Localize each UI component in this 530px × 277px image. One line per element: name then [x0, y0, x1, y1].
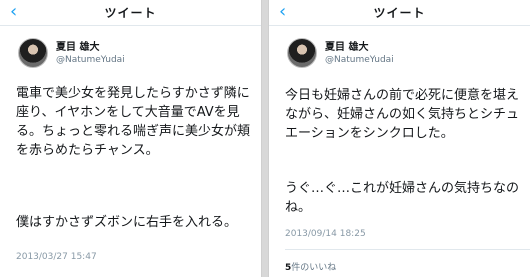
tweet-text-paragraph-1: 今日も妊婦さんの前で必死に便意を堪えながら、妊婦さんの如く気持ちとシチュエーショ…	[285, 88, 520, 141]
display-name[interactable]: 夏目 雄大	[325, 41, 394, 54]
divider	[285, 249, 530, 250]
display-name[interactable]: 夏目 雄大	[56, 41, 125, 54]
avatar[interactable]	[287, 38, 317, 68]
user-names: 夏目 雄大 @NatumeYudai	[56, 41, 125, 66]
user-names: 夏目 雄大 @NatumeYudai	[325, 41, 394, 66]
nav-title: ツイート	[104, 6, 157, 20]
user-info[interactable]: 夏目 雄大 @NatumeYudai	[287, 36, 394, 70]
avatar[interactable]	[18, 38, 48, 68]
user-handle[interactable]: @NatumeYudai	[56, 54, 125, 66]
nav-title: ツイート	[373, 6, 426, 20]
user-info[interactable]: 夏目 雄大 @NatumeYudai	[18, 36, 125, 70]
likes-count[interactable]: 5件のいいね	[285, 260, 336, 273]
likes-label: 件のいいね	[291, 263, 337, 273]
tweet-text-paragraph-2: うぐ…ぐ…これが妊婦さんの気持ちなのね。	[285, 181, 520, 215]
nav-bar: ‹ ツイート	[0, 0, 261, 26]
tweet-timestamp: 2013/09/14 18:25	[285, 229, 366, 239]
tweet-panel-right: ‹ ツイート 夏目 雄大 @NatumeYudai 今日も妊婦さんの前で必死に便…	[268, 0, 530, 277]
tweet-text-paragraph-1: 電車で美少女を発見したらすかさず隣に座り、イヤホンをして大音量でAVを見る。ちょ…	[16, 86, 251, 158]
tweet-timestamp: 2013/03/27 15:47	[16, 252, 97, 262]
nav-bar: ‹ ツイート	[269, 0, 530, 26]
back-chevron-icon[interactable]: ‹	[10, 3, 17, 21]
user-handle[interactable]: @NatumeYudai	[325, 54, 394, 66]
tweet-text-paragraph-2: 僕はすかさずズボンに右手を入れる。	[16, 215, 238, 230]
tweet-panel-left: ‹ ツイート 夏目 雄大 @NatumeYudai 電車で美少女を発見したらすか…	[0, 0, 262, 277]
back-chevron-icon[interactable]: ‹	[279, 3, 286, 21]
